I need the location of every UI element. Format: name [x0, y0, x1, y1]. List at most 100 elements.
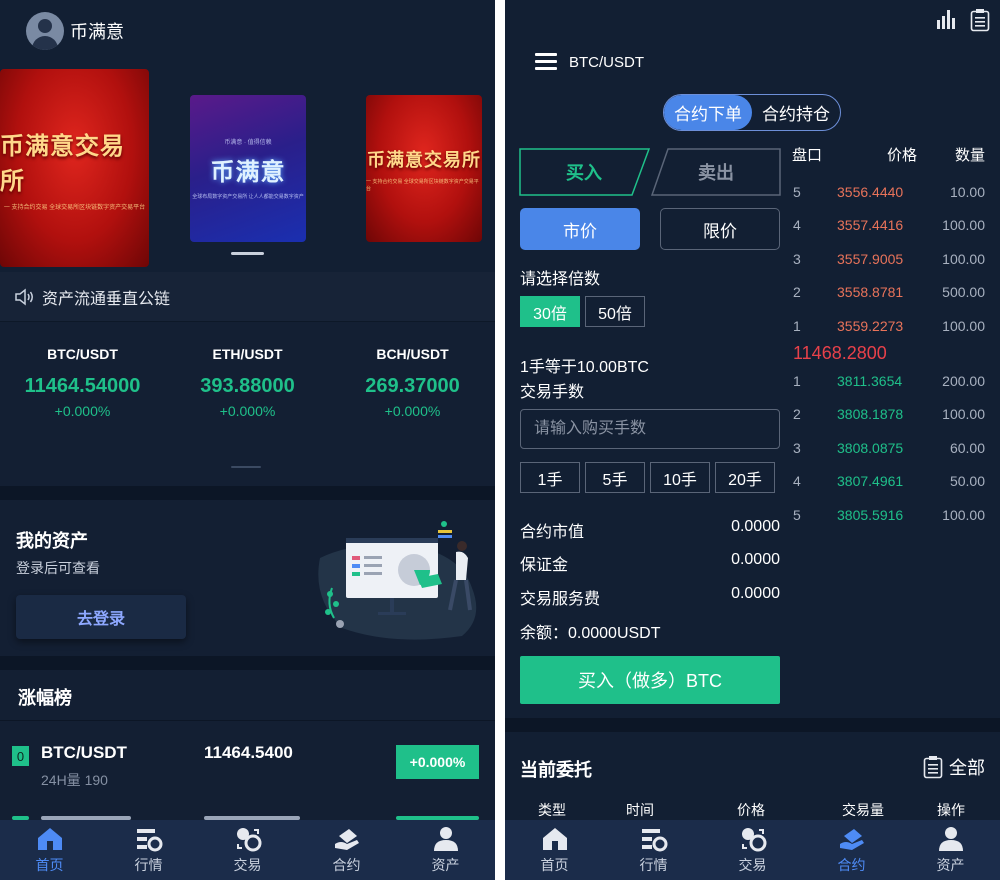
tab-market[interactable]: 行情 — [604, 820, 703, 880]
banner-slide[interactable]: 币满意 · 值得信赖 币满意 全球布局数字资产交易所 让人人都能交易数字资产 — [190, 95, 306, 242]
buy-tab[interactable]: 买入 — [519, 148, 651, 196]
gainers-row[interactable]: 0 BTC/USDT 24H量 190 11464.5400 +0.000% — [0, 732, 495, 792]
pair-title[interactable]: BTC/USDT — [569, 54, 644, 71]
banner-subtitle: 一 支持合约交易 全球交易所区块链数字资产交易平台 — [366, 178, 479, 192]
buy-long-button[interactable]: 买入（做多）BTC — [520, 656, 780, 704]
stat-fee: 交易服务费 0.0000 — [520, 585, 780, 609]
rank-badge: 0 — [12, 746, 29, 766]
login-button[interactable]: 去登录 — [16, 595, 186, 639]
ask-row[interactable]: 4 3557.4416 100.00 — [791, 217, 987, 237]
notice-bar[interactable]: 资产流通垂直公链 — [0, 272, 495, 322]
banner-carousel[interactable]: 币满意交易所 一 支持合约交易 全球交易所区块链数字资产交易平台 币满意 · 值… — [0, 62, 495, 272]
ticker-carousel[interactable]: BTC/USDT 11464.54000 +0.000% ETH/USDT 39… — [0, 322, 495, 486]
market-price-button[interactable]: 市价 — [520, 208, 640, 250]
divider — [0, 720, 495, 721]
speaker-icon — [15, 287, 33, 306]
ask-index: 1 — [793, 318, 801, 334]
bid-qty: 200.00 — [942, 373, 985, 389]
lot-button-5[interactable]: 5手 — [585, 462, 645, 493]
ask-row[interactable]: 3 3557.9005 100.00 — [791, 251, 987, 271]
limit-price-button[interactable]: 限价 — [660, 208, 780, 250]
section-divider — [0, 486, 495, 500]
orders-all-label: 全部 — [949, 758, 985, 778]
gainers-title: 涨幅榜 — [18, 688, 72, 708]
orderbook-header-price: 价格 — [887, 147, 918, 164]
ask-qty: 100.00 — [942, 251, 985, 267]
ask-index: 4 — [793, 217, 801, 233]
ticker-card[interactable]: BTC/USDT 11464.54000 +0.000% — [0, 346, 165, 419]
section-divider — [0, 656, 495, 670]
market-icon — [641, 829, 667, 852]
lots-input[interactable] — [520, 409, 780, 449]
bid-row[interactable]: 1 3811.3654 200.00 — [791, 373, 987, 393]
ticker-card[interactable]: ETH/USDT 393.88000 +0.000% — [165, 346, 330, 419]
bid-index: 2 — [793, 406, 801, 422]
tab-assets[interactable]: 资产 — [901, 820, 1000, 880]
ticker-pair: BCH/USDT — [376, 346, 449, 362]
gainer-pair: BTC/USDT — [41, 743, 127, 762]
ask-qty: 10.00 — [949, 184, 985, 200]
user-icon — [433, 827, 458, 851]
lot-button-10[interactable]: 10手 — [650, 462, 710, 493]
bid-index: 4 — [793, 473, 801, 489]
ticker-price: 11464.54000 — [24, 375, 141, 397]
bid-row[interactable]: 3 3808.0875 60.00 — [791, 440, 987, 460]
change-badge: +0.000% — [396, 745, 479, 779]
orderbook-header-depth: 盘口 — [792, 147, 823, 164]
chart-icon[interactable] — [936, 8, 956, 30]
banner-title: 币满意交易所 — [367, 149, 481, 171]
lot-button-20[interactable]: 20手 — [715, 462, 775, 493]
tab-positions[interactable]: 合约持仓 — [752, 95, 840, 130]
lot-button-1[interactable]: 1手 — [520, 462, 580, 493]
clipboard-icon[interactable] — [970, 8, 990, 32]
bid-price: 3811.3654 — [837, 373, 903, 389]
tab-trade[interactable]: 交易 — [198, 820, 297, 880]
leverage-30x[interactable]: 30倍 — [520, 296, 580, 327]
tab-assets[interactable]: 资产 — [396, 820, 495, 880]
my-assets-card: 我的资产 登录后可查看 去登录 — [0, 500, 495, 656]
banner-slide[interactable]: 币满意交易所 一 支持合约交易 全球交易所区块链数字资产交易平台 — [366, 95, 482, 242]
bid-index: 1 — [793, 373, 801, 389]
leverage-50x[interactable]: 50倍 — [585, 296, 645, 327]
menu-icon[interactable] — [535, 52, 557, 72]
banner-slide[interactable]: 币满意交易所 一 支持合约交易 全球交易所区块链数字资产交易平台 — [0, 69, 149, 267]
tab-contract[interactable]: 合约 — [802, 820, 901, 880]
ask-qty: 100.00 — [942, 217, 985, 233]
tab-trade[interactable]: 交易 — [703, 820, 802, 880]
banner-title: 币满意交易所 — [0, 130, 125, 195]
ask-price: 3557.9005 — [837, 251, 904, 267]
stat-label: 保证金 — [520, 557, 569, 574]
tab-place-order[interactable]: 合约下单 — [664, 95, 752, 130]
stat-contract-value: 合约市值 0.0000 — [520, 518, 780, 542]
orders-all-button[interactable]: 全部 — [923, 754, 985, 780]
avatar[interactable] — [26, 12, 64, 50]
bid-price: 3805.5916 — [837, 507, 904, 523]
sell-tab[interactable]: 卖出 — [651, 148, 781, 196]
ask-row[interactable]: 5 3556.4440 10.00 — [791, 184, 987, 204]
assets-title: 我的资产 — [16, 531, 88, 551]
ask-row[interactable]: 2 3558.8781 500.00 — [791, 284, 987, 304]
notice-text: 资产流通垂直公链 — [42, 290, 171, 308]
bid-row[interactable]: 5 3805.5916 100.00 — [791, 507, 987, 527]
home-header: 币满意 — [0, 0, 495, 62]
market-icon — [136, 829, 162, 852]
tab-home[interactable]: 首页 — [0, 820, 99, 880]
tab-contract[interactable]: 合约 — [297, 820, 396, 880]
ask-row[interactable]: 1 3559.2273 100.00 — [791, 318, 987, 338]
buy-tab-label: 买入 — [566, 163, 602, 183]
bid-row[interactable]: 2 3808.1878 100.00 — [791, 406, 987, 426]
tab-home[interactable]: 首页 — [505, 820, 604, 880]
ask-qty: 500.00 — [942, 284, 985, 300]
contract-icon — [334, 829, 359, 850]
ticker-card[interactable]: BCH/USDT 269.37000 +0.000% — [330, 346, 495, 419]
ask-price: 3556.4440 — [837, 184, 904, 200]
tab-label: 首页 — [540, 857, 569, 873]
contract-segment-control: 合约下单 合约持仓 — [663, 94, 841, 131]
tab-market[interactable]: 行情 — [99, 820, 198, 880]
home-screen: 币满意 币满意交易所 一 支持合约交易 全球交易所区块链数字资产交易平台 币满意… — [0, 0, 495, 880]
orders-header-type: 类型 — [538, 802, 566, 818]
bid-qty: 100.00 — [942, 406, 985, 422]
home-icon — [37, 828, 62, 850]
orders-header-action: 操作 — [937, 802, 965, 818]
bid-row[interactable]: 4 3807.4961 50.00 — [791, 473, 987, 493]
